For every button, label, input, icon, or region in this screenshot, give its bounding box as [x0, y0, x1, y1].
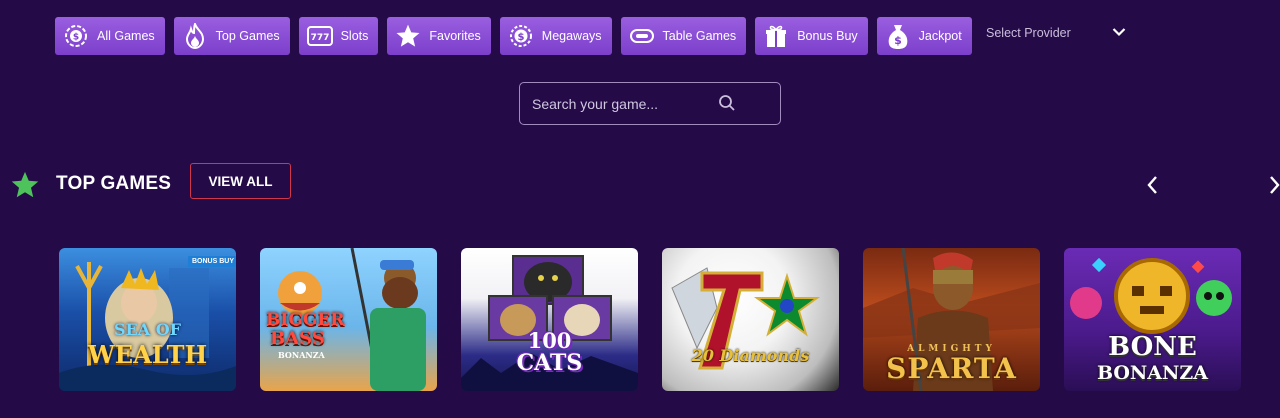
game-card-20-diamonds[interactable]: 20 Diamonds: [662, 248, 839, 391]
game-title-line: BONANZA: [1096, 362, 1209, 384]
filter-bonus-buy-button[interactable]: Bonus Buy: [755, 17, 868, 55]
game-card-bigger-bass-bonanza[interactable]: BIGGER BASS BONANZA: [260, 248, 437, 391]
game-title-line: 20: [691, 346, 714, 365]
chevron-right-icon[interactable]: [1266, 174, 1280, 196]
filter-table-games-button[interactable]: Table Games: [620, 17, 747, 55]
filter-label: Slots: [340, 29, 369, 43]
filter-label: All Games: [97, 29, 155, 43]
view-all-button[interactable]: VIEW ALL: [190, 163, 291, 199]
filter-jackpot-button[interactable]: $ Jackpot: [876, 17, 972, 55]
game-card-100-cats[interactable]: 100 CATS: [461, 248, 638, 391]
filter-label: Favorites: [429, 29, 481, 43]
chevron-down-icon: [1112, 24, 1126, 42]
filter-label: Jackpot: [918, 29, 962, 43]
svg-text:$: $: [894, 34, 902, 47]
search-input[interactable]: [530, 94, 718, 113]
provider-select[interactable]: Select Provider: [972, 17, 1140, 49]
filter-label: Megaways: [541, 29, 602, 43]
filter-label: Bonus Buy: [797, 29, 858, 43]
game-title-line: BASS: [270, 328, 325, 349]
section-title: TOP GAMES: [56, 173, 172, 194]
svg-text:$: $: [517, 32, 524, 43]
bonus-buy-badge: BONUS BUY: [187, 256, 236, 267]
game-card-sea-of-wealth[interactable]: BONUS BUY SEA OF WEALTH: [59, 248, 236, 391]
game-card-almighty-sparta[interactable]: ALMIGHTY SPARTA: [863, 248, 1040, 391]
filter-all-games-button[interactable]: $ All Games: [55, 17, 165, 55]
games-carousel: BONUS BUY SEA OF WEALTH BIGGER BASS BONA…: [59, 248, 1241, 391]
svg-text:777: 777: [310, 33, 329, 43]
slot-777-icon: 777: [306, 23, 333, 49]
filter-label: Table Games: [662, 29, 737, 43]
filter-top-games-button[interactable]: Top Games: [173, 17, 290, 55]
filter-label: Top Games: [215, 29, 280, 43]
game-title-line: 20 Diamonds: [662, 346, 839, 365]
game-title-line: WEALTH: [87, 340, 208, 369]
game-title-line: BONANZA: [278, 350, 325, 360]
star-icon: [395, 23, 421, 49]
game-title-line: SEA OF: [113, 320, 182, 339]
game-title-line: BIGGER: [266, 310, 345, 330]
star-icon: [10, 170, 40, 200]
chevron-left-icon[interactable]: [1145, 174, 1161, 196]
game-art: [671, 267, 821, 370]
search-icon[interactable]: [718, 94, 738, 114]
provider-select-label: Select Provider: [986, 26, 1071, 40]
filter-favorites-button[interactable]: Favorites: [387, 17, 491, 55]
search-box: [519, 82, 781, 125]
svg-text:$: $: [73, 33, 79, 43]
category-filter-bar: $ All Games Top Games 777 Slots Favorite…: [55, 17, 972, 55]
game-title-line: BONE: [1108, 332, 1197, 362]
chip-icon: $: [63, 23, 89, 49]
money-bag-icon: $: [885, 23, 911, 49]
game-title-line: CATS: [516, 350, 583, 376]
game-title-line: Diamonds: [719, 346, 810, 365]
table-card-icon: [629, 23, 655, 49]
gift-icon: [763, 23, 789, 49]
filter-slots-button[interactable]: 777 Slots: [298, 17, 379, 55]
flame-icon: [182, 23, 208, 49]
dollar-coin-icon: $: [508, 23, 534, 49]
game-title-line: SPARTA: [886, 352, 1017, 385]
game-card-bone-bonanza[interactable]: BONE BONANZA: [1064, 248, 1241, 391]
filter-megaways-button[interactable]: $ Megaways: [499, 17, 612, 55]
